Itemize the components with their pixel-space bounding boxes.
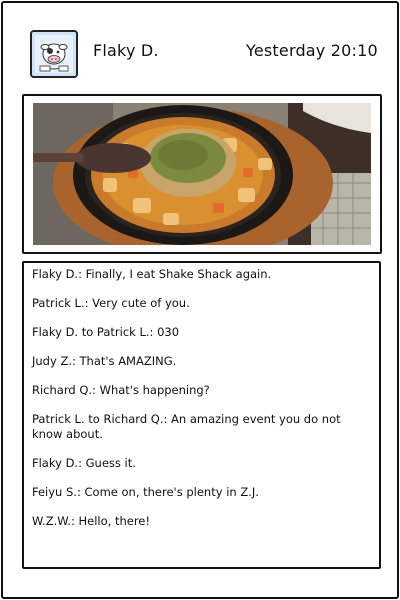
cow-avatar-icon (32, 32, 76, 76)
comment-item: Flaky D.Finally, I eat Shake Shack again… (32, 267, 371, 282)
comment-item: Judy Z.That's AMAZING. (32, 354, 371, 369)
comment-text: What's happening? (99, 383, 210, 397)
comment-item: Flaky D. to Patrick L.030 (32, 325, 371, 340)
comment-author[interactable]: W.Z.W. (32, 514, 78, 528)
post-photo-frame (22, 94, 382, 254)
comment-item: Feiyu S.Come on, there's plenty in Z.J. (32, 485, 371, 500)
comment-author[interactable]: Flaky D. (32, 456, 86, 470)
comment-author[interactable]: Patrick L. (32, 296, 92, 310)
post-card: Flaky D. Yesterday 20:10 Flaky D.: Fina… (1, 1, 399, 599)
avatar[interactable] (30, 30, 78, 78)
comment-item: Patrick L. to Richard Q.An amazing event… (32, 412, 371, 442)
comment-author[interactable]: Feiyu S. (32, 485, 85, 499)
comment-item: Patrick L.Very cute of you. (32, 296, 371, 311)
comment-text: Guess it. (85, 456, 136, 470)
comment-list: Flaky D.Finally, I eat Shake Shack again… (24, 263, 379, 529)
comments-panel: Flaky D.Finally, I eat Shake Shack again… (22, 261, 381, 569)
post-timestamp: Yesterday 20:10 (246, 41, 378, 60)
comment-author[interactable]: Judy Z. (32, 354, 80, 368)
comment-text: That's AMAZING. (79, 354, 177, 368)
comment-item: Flaky D.Guess it. (32, 456, 371, 471)
comment-item: Richard Q.What's happening? (32, 383, 371, 398)
post-username[interactable]: Flaky D. (93, 41, 159, 60)
comment-author[interactable]: Patrick L. to Richard Q. (32, 412, 171, 426)
comment-author[interactable]: Flaky D. to Patrick L. (32, 325, 157, 339)
comment-text: Finally, I eat Shake Shack again. (85, 267, 272, 281)
comment-text: Very cute of you. (92, 296, 190, 310)
comment-author[interactable]: Flaky D. (32, 267, 86, 281)
comment-text: 030 (157, 325, 180, 339)
comment-text: Hello, there! (78, 514, 150, 528)
curry-dish-photo[interactable] (33, 103, 371, 245)
comment-text: Come on, there's plenty in Z.J. (84, 485, 259, 499)
comment-item: W.Z.W.Hello, there! (32, 514, 371, 529)
comment-author[interactable]: Richard Q. (32, 383, 100, 397)
